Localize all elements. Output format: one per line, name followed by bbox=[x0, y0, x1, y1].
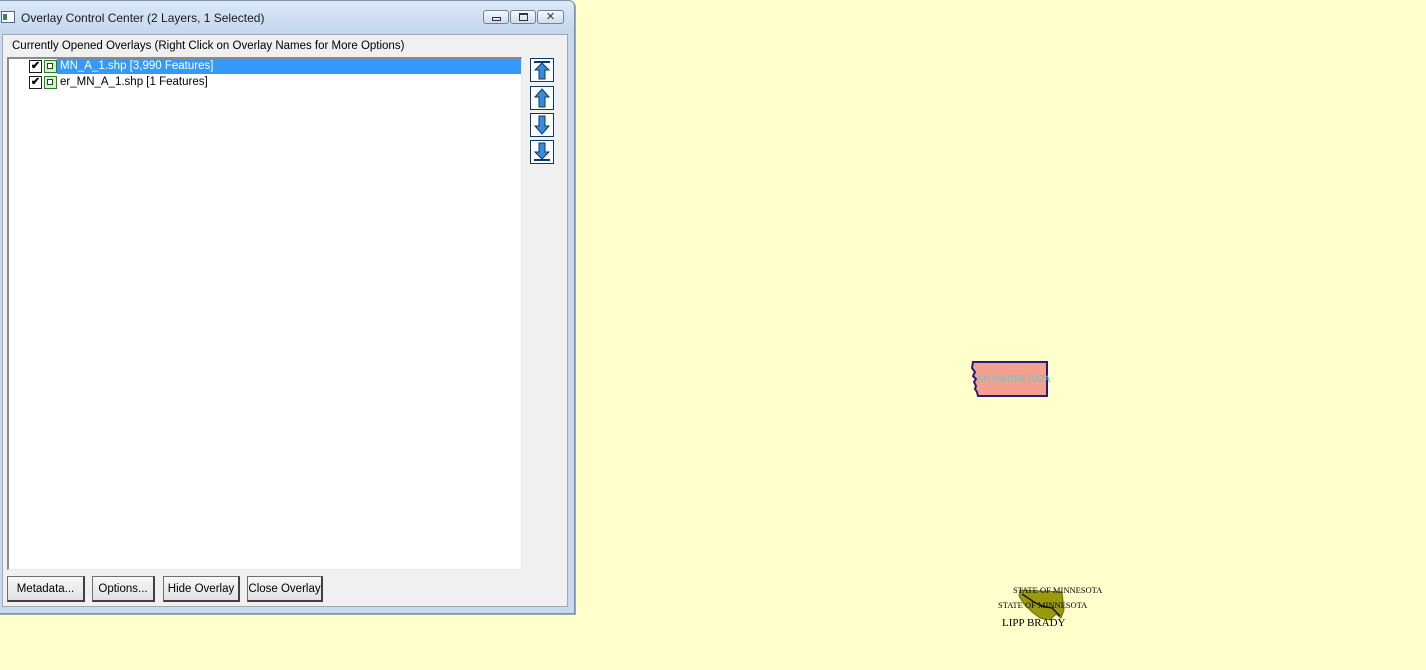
options-button[interactable]: Options... bbox=[92, 576, 155, 602]
arrow-up-icon bbox=[533, 88, 551, 108]
window-title: Overlay Control Center (2 Layers, 1 Sele… bbox=[21, 11, 265, 25]
polygon-layer-icon bbox=[44, 60, 57, 73]
opened-overlays-label: Currently Opened Overlays (Right Click o… bbox=[12, 40, 405, 52]
move-to-top-icon bbox=[533, 61, 551, 80]
minimize-icon bbox=[484, 11, 508, 23]
minimize-button[interactable] bbox=[483, 10, 509, 24]
maximize-button[interactable] bbox=[510, 10, 536, 24]
parcel-owner-label: NO OWNER DATA bbox=[977, 374, 1051, 384]
hide-overlay-button[interactable]: Hide Overlay bbox=[163, 576, 240, 602]
map-canvas bbox=[970, 361, 1065, 621]
close-overlay-button[interactable]: Close Overlay bbox=[247, 576, 323, 602]
map-label-owner: LIPP BRADY bbox=[1002, 617, 1066, 629]
close-icon: ✕ bbox=[545, 11, 556, 23]
overlay-visibility-checkbox[interactable]: ✔ bbox=[29, 76, 42, 89]
overlay-name: er_MN_A_1.shp [1 Features] bbox=[60, 76, 208, 88]
overlay-control-center-window: Overlay Control Center (2 Layers, 1 Sele… bbox=[0, 0, 575, 614]
arrow-down-icon bbox=[533, 115, 551, 135]
dialog-client-area: Currently Opened Overlays (Right Click o… bbox=[2, 34, 568, 607]
map-label-state: STATE OF MINNESOTA bbox=[998, 600, 1088, 610]
map-view[interactable]: NO OWNER DATA STATE OF MINNESOTA STATE O… bbox=[576, 0, 1426, 670]
overlay-name: MN_A_1.shp [3,990 Features] bbox=[60, 60, 214, 72]
title-bar[interactable]: Overlay Control Center (2 Layers, 1 Sele… bbox=[0, 1, 574, 34]
move-down-button[interactable] bbox=[530, 113, 554, 137]
move-to-bottom-icon bbox=[533, 142, 551, 161]
metadata-button[interactable]: Metadata... bbox=[7, 576, 85, 602]
map-label-state: STATE OF MINNESOTA bbox=[1013, 585, 1103, 595]
overlay-list[interactable]: ✔ MN_A_1.shp [3,990 Features] ✔ er_MN_A_… bbox=[7, 57, 522, 570]
overlay-visibility-checkbox[interactable]: ✔ bbox=[29, 60, 42, 73]
move-to-top-button[interactable] bbox=[530, 58, 554, 82]
move-up-button[interactable] bbox=[530, 86, 554, 110]
app-icon bbox=[1, 11, 15, 23]
overlay-list-item[interactable]: ✔ MN_A_1.shp [3,990 Features] bbox=[11, 59, 521, 74]
polygon-layer-icon bbox=[44, 76, 57, 89]
close-window-button[interactable]: ✕ bbox=[537, 10, 564, 24]
maximize-icon bbox=[511, 11, 535, 23]
move-to-bottom-button[interactable] bbox=[530, 140, 554, 164]
overlay-list-item[interactable]: ✔ er_MN_A_1.shp [1 Features] bbox=[11, 75, 521, 90]
